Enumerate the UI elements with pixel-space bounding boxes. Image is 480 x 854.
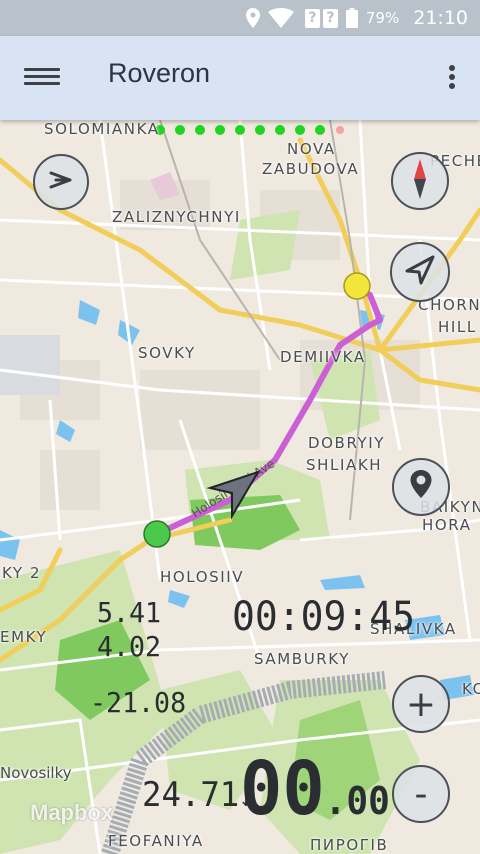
readout-value-3: -21.08 <box>90 686 187 719</box>
status-bar: ?? 79% 21:10 <box>0 0 480 36</box>
progress-dot <box>195 125 205 135</box>
progress-dot <box>175 125 185 135</box>
arrow-right-icon <box>46 165 76 199</box>
elapsed-time: 00:09:45 <box>232 594 416 640</box>
label-dobryi-2: SHLIAKH <box>306 456 383 474</box>
end-marker <box>343 272 371 300</box>
zoom-out-button[interactable]: - <box>392 765 450 823</box>
clock: 21:10 <box>413 7 468 29</box>
label-sovky: SOVKY <box>138 344 196 362</box>
speed-decimal: .00 <box>324 779 390 823</box>
battery-icon <box>345 8 358 28</box>
start-marker <box>143 520 171 548</box>
label-zaliznychnyi: ZALIZNYCHNYI <box>112 208 241 226</box>
label-solomianka: SOLOMIANKA <box>44 120 160 138</box>
label-holosiiv: HOLOSIIV <box>160 568 245 586</box>
label-samburky: SAMBURKY <box>254 650 350 668</box>
unknown-signal-icon: ?? <box>302 8 338 28</box>
battery-level: 79% <box>365 9 400 27</box>
distance-readout: 24.71↓ <box>142 775 253 815</box>
compass-icon <box>410 159 430 203</box>
progress-dot <box>235 125 245 135</box>
wifi-icon <box>267 8 294 28</box>
map-view[interactable]: Holosiivskyi Ave SOLOMIANKA NOVA ZABUDOV… <box>0 120 480 854</box>
label-ky2: KY 2 <box>2 564 42 582</box>
label-feofaniya: FEOFANIYA <box>108 832 204 850</box>
mapbox-attribution: Mapbox <box>30 800 114 825</box>
progress-dot <box>295 125 305 135</box>
map-pin-icon <box>408 468 434 506</box>
label-nova-1: NOVA <box>287 140 336 158</box>
readout-value-2: 4.02 <box>97 630 162 663</box>
progress-dot <box>255 125 265 135</box>
app-bar: Roveron <box>0 36 480 120</box>
distance-value: 24.71 <box>142 775 240 815</box>
progress-dot <box>215 125 225 135</box>
location-icon <box>245 8 260 28</box>
speed-readout: 00.00 <box>240 746 390 832</box>
label-nova-2: ZABUDOVA <box>262 160 360 178</box>
label-demiivka: DEMIIVKA <box>280 348 366 366</box>
progress-dot <box>315 125 325 135</box>
navigation-arrow-icon <box>403 253 437 291</box>
progress-dot <box>336 126 344 134</box>
label-dobryi-1: DOBRYIY <box>308 434 386 452</box>
label-ko: KO <box>462 680 480 698</box>
label-pyrohiv: ПИРОГІВ <box>310 836 389 854</box>
more-vert-icon[interactable] <box>446 62 458 94</box>
location-button[interactable] <box>392 458 450 516</box>
label-mky: EMKY <box>0 628 48 646</box>
label-novosilky: Novosilky <box>0 764 72 782</box>
pan-button[interactable] <box>33 154 89 210</box>
speed-main: 00 <box>240 746 325 832</box>
zoom-in-button[interactable]: + <box>392 675 450 733</box>
compass-button[interactable] <box>391 152 449 210</box>
app-title: Roveron <box>108 58 211 88</box>
hamburger-menu-icon[interactable] <box>24 64 60 92</box>
label-hill: HILL <box>438 318 477 336</box>
navigate-button[interactable] <box>390 242 450 302</box>
progress-dot <box>275 125 285 135</box>
label-baikove-2: HORA <box>422 516 472 534</box>
readout-value-1: 5.41 <box>97 596 162 629</box>
